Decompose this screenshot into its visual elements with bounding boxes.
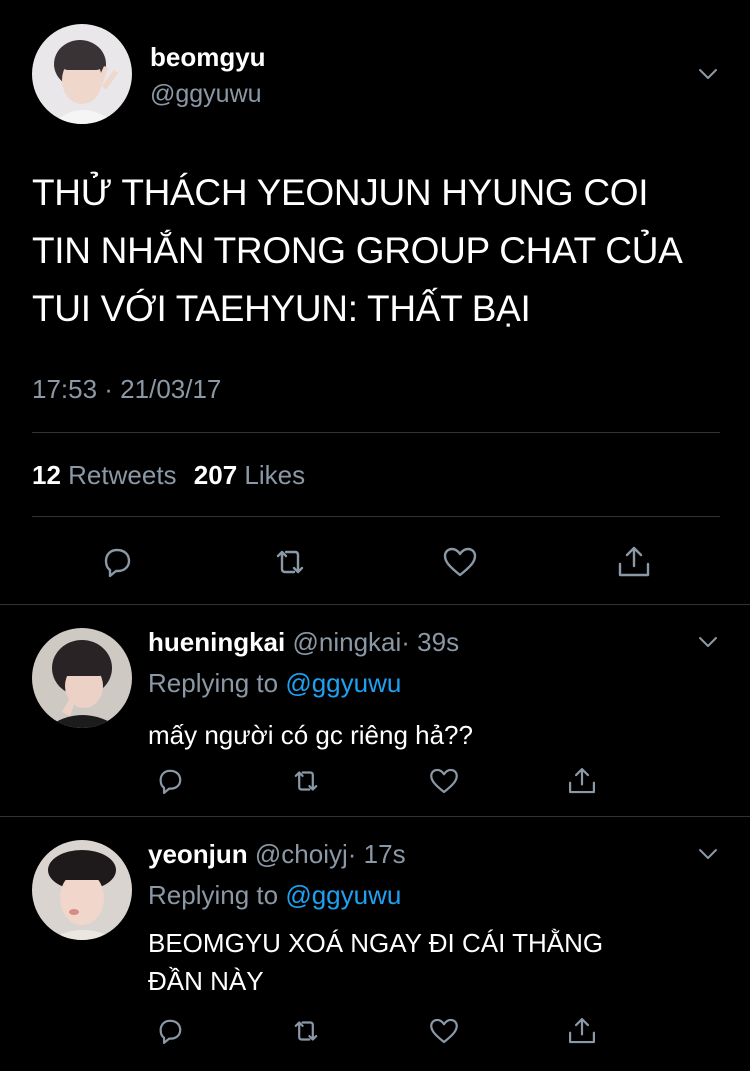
chevron-down-icon[interactable] [696, 630, 720, 654]
reply-text-line: mấy người có gc riêng hả?? [148, 720, 473, 750]
avatar-beomgyu[interactable] [32, 24, 132, 124]
reply-text-line: ĐẦN NÀY [148, 966, 264, 996]
handle[interactable]: @ggyuwu [150, 80, 262, 109]
reply-text: BEOMGYU XOÁ NGAY ĐI CÁI THẰNG ĐẦN NÀY [148, 924, 603, 1000]
tweet-text-line: THỬ THÁCH YEONJUN HYUNG COI [32, 172, 649, 213]
avatar-photo [32, 628, 132, 728]
reply-text-line: BEOMGYU XOÁ NGAY ĐI CÁI THẰNG [148, 928, 604, 958]
reply-icon[interactable] [153, 764, 187, 798]
divider [32, 432, 720, 433]
replying-to-label: Replying to [148, 880, 279, 910]
retweets-label: Retweets [68, 460, 177, 490]
divider [0, 604, 750, 605]
likes-count: 207 [193, 460, 238, 490]
replying-to-handle[interactable]: @ggyuwu [285, 880, 401, 910]
reply-header: hueningkai @ningkai· 39s [148, 627, 459, 658]
retweet-icon[interactable] [270, 542, 310, 582]
replying-to-label: Replying to [148, 668, 279, 698]
avatar-yeonjun[interactable] [32, 840, 132, 940]
retweet-icon[interactable] [289, 1014, 323, 1048]
replying-to: Replying to @ggyuwu [148, 668, 401, 699]
display-name[interactable]: beomgyu [150, 42, 266, 73]
avatar-photo [32, 24, 132, 124]
like-icon[interactable] [427, 1014, 461, 1048]
reply-time: · 17s [347, 839, 406, 869]
likes-label: Likes [244, 460, 306, 490]
reply-header: yeonjun @choiyj· 17s [148, 839, 406, 870]
share-icon[interactable] [565, 1014, 599, 1048]
retweets-stat[interactable]: 12 Retweets [32, 460, 184, 490]
like-icon[interactable] [427, 764, 461, 798]
display-name[interactable]: yeonjun [148, 839, 248, 869]
chevron-down-icon[interactable] [696, 842, 720, 866]
replying-to-handle[interactable]: @ggyuwu [285, 668, 401, 698]
share-icon[interactable] [565, 764, 599, 798]
replying-to: Replying to @ggyuwu [148, 880, 401, 911]
handle[interactable]: @choiyj [255, 839, 348, 869]
share-icon[interactable] [614, 542, 654, 582]
retweet-icon[interactable] [289, 764, 323, 798]
divider [32, 516, 720, 517]
tweet-text-line: TUI VỚI TAEHYUN: THẤT BẠI [32, 288, 531, 329]
avatar-photo [32, 840, 132, 940]
reply-icon[interactable] [97, 542, 137, 582]
retweets-count: 12 [32, 460, 61, 490]
reply-icon[interactable] [153, 1014, 187, 1048]
display-name[interactable]: hueningkai [148, 627, 285, 657]
divider [0, 816, 750, 817]
like-icon[interactable] [440, 542, 480, 582]
reply-time: · 39s [401, 627, 460, 657]
likes-stat[interactable]: 207 Likes [194, 460, 305, 490]
reply-text: mấy người có gc riêng hả?? [148, 716, 473, 754]
tweet-text-line: TIN NHẮN TRONG GROUP CHAT CỦA [32, 230, 683, 271]
avatar-hueningkai[interactable] [32, 628, 132, 728]
chevron-down-icon[interactable] [696, 62, 720, 86]
engagement-stats: 12 Retweets 207 Likes [32, 460, 305, 491]
handle[interactable]: @ningkai [292, 627, 401, 657]
tweet-text: THỬ THÁCH YEONJUN HYUNG COI TIN NHẮN TRO… [32, 164, 683, 338]
timestamp[interactable]: 17:53 · 21/03/17 [32, 374, 221, 405]
